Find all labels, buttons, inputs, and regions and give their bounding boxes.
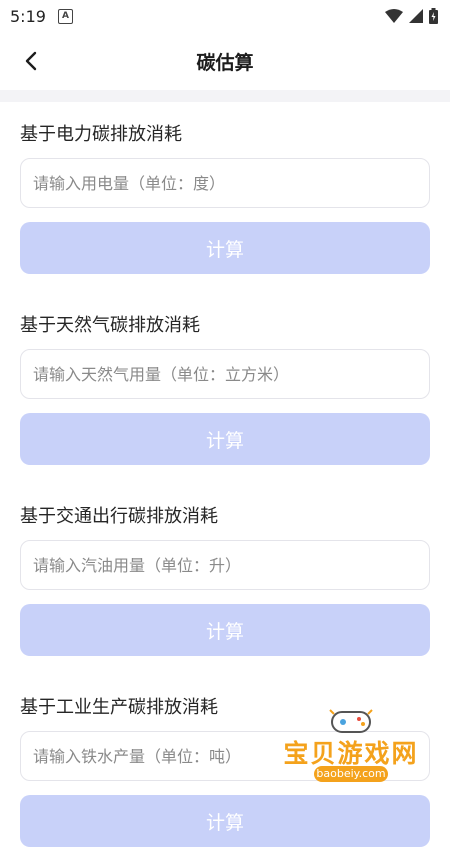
calculate-button[interactable]: 计算 [20,413,430,465]
status-time: 5:19 [10,6,46,26]
section-natural-gas: 基于天然气碳排放消耗 计算 [0,293,450,484]
section-title: 基于天然气碳排放消耗 [20,315,200,336]
watermark-name: 宝贝游戏网 [283,739,419,768]
section-title: 基于工业生产碳排放消耗 [20,697,218,718]
notification-icon: A [57,8,73,24]
page-title: 碳估算 [196,51,254,74]
header-divider [0,90,450,102]
section-electricity: 基于电力碳排放消耗 计算 [0,102,450,293]
section-title: 基于电力碳排放消耗 [20,124,182,145]
natural-gas-input[interactable] [21,350,429,398]
status-right [385,8,438,24]
watermark-logo: 宝贝游戏网 baobeiy.com [276,706,426,794]
electricity-input-box [20,158,430,208]
section-title: 基于交通出行碳排放消耗 [20,506,218,527]
chevron-left-icon [25,51,37,71]
calculate-button[interactable]: 计算 [20,604,430,656]
gasoline-input-box [20,540,430,590]
wifi-icon [385,9,403,23]
calculate-button[interactable]: 计算 [20,222,430,274]
back-button[interactable] [14,44,48,78]
app-bar: 碳估算 [0,32,450,90]
status-left: 5:19 A [10,7,73,26]
section-transport: 基于交通出行碳排放消耗 计算 [0,484,450,675]
battery-icon [429,8,438,24]
signal-icon [409,9,423,23]
electricity-input[interactable] [21,159,429,207]
natural-gas-input-box [20,349,430,399]
calculate-button[interactable]: 计算 [20,795,430,847]
gasoline-input[interactable] [21,541,429,589]
watermark-url: baobeiy.com [314,766,388,782]
status-bar: 5:19 A [0,0,450,32]
gamepad-icon [329,709,373,733]
